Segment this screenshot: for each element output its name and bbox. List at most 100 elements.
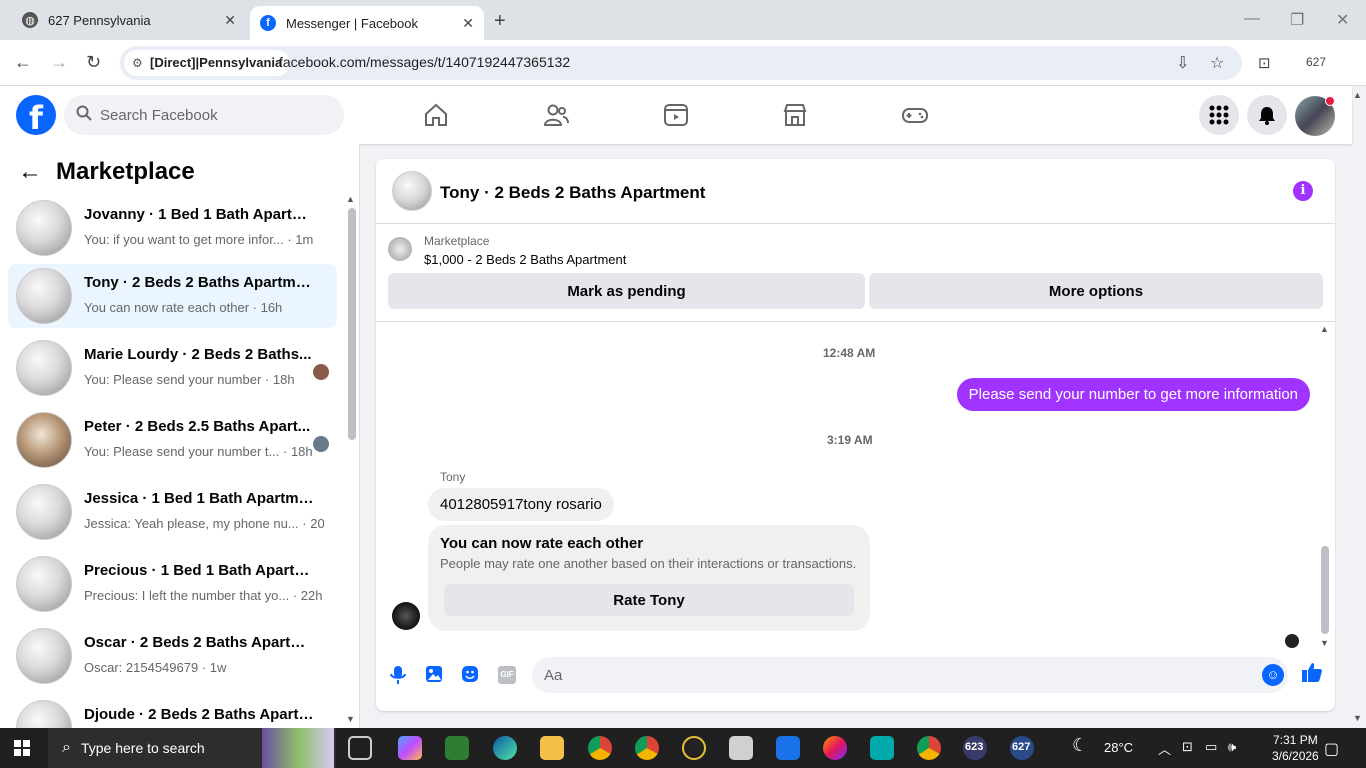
spreadsheet-app-icon[interactable] [445, 736, 469, 760]
rate-tony-button[interactable]: Rate Tony [444, 584, 854, 616]
listing-title[interactable]: $1,000 - 2 Beds 2 Baths Apartment [424, 252, 626, 267]
message-thread: 12:48 AM Please send your number to get … [376, 321, 1335, 651]
chat-scrollbar[interactable] [1321, 546, 1329, 634]
close-tab-icon[interactable]: ✕ [462, 15, 474, 32]
page-scroll-up-icon[interactable]: ▲ [1353, 90, 1362, 100]
sidebar-scrollbar[interactable] [348, 208, 356, 440]
facebook-favicon-icon: f [260, 15, 276, 31]
conversation-item[interactable]: Precious · 1 Bed 1 Bath Apartment Precio… [8, 552, 337, 616]
browser-tab[interactable]: ◍ 627 Pennsylvania ✕ [8, 0, 246, 40]
listing-thumbnail [16, 340, 72, 396]
scroll-down-arrow-icon[interactable]: ▼ [1320, 638, 1329, 648]
chrome-profile-icon[interactable] [588, 736, 612, 760]
incoming-message[interactable]: 4012805917tony rosario [428, 488, 614, 521]
sticker-icon[interactable] [460, 665, 480, 685]
forward-arrow-icon[interactable]: → [50, 52, 68, 73]
marketplace-icon[interactable] [781, 101, 809, 129]
reload-icon[interactable]: ↻ [86, 52, 101, 73]
scroll-up-arrow-icon[interactable]: ▲ [346, 194, 355, 204]
window-close-icon[interactable]: ✕ [1336, 10, 1349, 30]
notifications-bell-icon[interactable] [1247, 95, 1287, 135]
install-app-icon[interactable]: ⇩ [1176, 53, 1189, 73]
file-explorer-icon[interactable] [540, 736, 564, 760]
tab-title: Messenger | Facebook [286, 15, 418, 31]
chat-title[interactable]: Tony · 2 Beds 2 Baths Apartment [440, 183, 705, 203]
friends-icon[interactable] [542, 101, 570, 129]
site-info-chip[interactable]: ⚙ [Direct]|Pennsylvania [124, 50, 291, 76]
marketplace-conversation-list: ← Marketplace Jovanny · 1 Bed 1 Bath Apa… [0, 144, 360, 728]
back-arrow-icon[interactable]: ← [14, 52, 32, 73]
bookmark-star-icon[interactable]: ☆ [1210, 53, 1224, 73]
facebook-logo-icon[interactable]: f [16, 95, 56, 135]
windows-start-icon[interactable] [14, 740, 30, 756]
site-settings-icon: ⚙ [132, 56, 143, 70]
copilot-icon[interactable] [398, 736, 422, 760]
close-tab-icon[interactable]: ✕ [224, 12, 236, 29]
app-icon[interactable] [776, 736, 800, 760]
address-bar[interactable]: ⚙ [Direct]|Pennsylvania facebook.com/mes… [120, 46, 1242, 80]
conversation-item-selected[interactable]: Tony · 2 Beds 2 Baths Apartment You can … [8, 264, 337, 328]
profile-avatar[interactable] [1295, 96, 1335, 136]
scroll-down-arrow-icon[interactable]: ▼ [346, 714, 355, 724]
marketplace-label: Marketplace [424, 234, 490, 248]
browser-profile-label[interactable]: 627 [1306, 55, 1326, 69]
gif-icon[interactable]: GIF [498, 666, 516, 684]
ixbrowser-icon[interactable] [682, 736, 706, 760]
message-input[interactable] [532, 657, 1288, 693]
task-view-icon[interactable] [348, 736, 372, 760]
conversation-avatar[interactable] [392, 171, 432, 211]
taskbar-clock[interactable]: 7:31 PM 3/6/2026 [1272, 732, 1319, 764]
page-scroll-down-icon[interactable]: ▼ [1353, 713, 1362, 723]
thumbs-up-icon[interactable] [1301, 661, 1323, 689]
browser-tab-active[interactable]: f Messenger | Facebook ✕ [250, 6, 484, 40]
chrome-profile-icon[interactable] [635, 736, 659, 760]
firefox-icon[interactable] [823, 736, 847, 760]
conversation-item[interactable]: Peter · 2 Beds 2.5 Baths Apart... You: P… [8, 408, 337, 472]
conversation-item[interactable]: Oscar · 2 Beds 2 Baths Apartment Oscar: … [8, 624, 337, 688]
show-hidden-icons-chevron-icon[interactable]: ︿ [1158, 739, 1171, 758]
network-icon[interactable]: ▭ [1205, 739, 1217, 755]
device-icon[interactable]: ⊡ [1182, 739, 1193, 755]
search-icon: ⌕ [62, 739, 71, 756]
app-icon[interactable] [870, 736, 894, 760]
facebook-header: f Search Facebook [0, 86, 1352, 144]
paint-app-icon[interactable] [729, 736, 753, 760]
photo-icon[interactable] [424, 665, 444, 685]
back-arrow-icon[interactable]: ← [18, 158, 42, 186]
gaming-icon[interactable] [901, 101, 929, 129]
emoji-icon[interactable]: ☺ [1262, 664, 1284, 686]
url-text[interactable]: facebook.com/messages/t/1407192447365132 [279, 54, 570, 70]
mark-as-pending-button[interactable]: Mark as pending [388, 273, 865, 309]
tab-title: 627 Pennsylvania [48, 12, 151, 28]
listing-thumbnail [16, 700, 72, 728]
tab-search-icon[interactable]: ⊡ [1258, 54, 1271, 72]
minimize-icon[interactable]: — [1244, 10, 1260, 28]
facebook-search-input[interactable]: Search Facebook [64, 95, 344, 135]
conversation-item[interactable]: Djoude · 2 Beds 2 Baths Apartm... [8, 696, 337, 728]
conversation-item[interactable]: Marie Lourdy · 2 Beds 2 Baths... You: Pl… [8, 336, 337, 400]
conversation-item[interactable]: Jovanny · 1 Bed 1 Bath Apartment You: if… [8, 196, 337, 260]
conversation-item[interactable]: Jessica · 1 Bed 1 Bath Apartment Jessica… [8, 480, 337, 544]
message-timestamp: 3:19 AM [827, 433, 873, 447]
watch-icon[interactable] [662, 101, 690, 129]
chrome-profile-icon[interactable] [917, 736, 941, 760]
new-tab-icon[interactable]: + [494, 10, 506, 33]
seen-avatar [313, 364, 329, 380]
restore-icon[interactable]: ❐ [1290, 10, 1304, 30]
notification-center-icon[interactable]: ▢ [1324, 739, 1339, 759]
listing-thumbnail [16, 628, 72, 684]
menu-grid-icon[interactable] [1199, 95, 1239, 135]
chat-panel: Tony · 2 Beds 2 Baths Apartment i Market… [376, 159, 1335, 711]
weather-temperature[interactable]: 28°C [1104, 740, 1133, 755]
weather-icon[interactable]: ☾ [1072, 735, 1088, 756]
info-icon[interactable]: i [1293, 181, 1313, 201]
sender-avatar[interactable] [392, 602, 420, 630]
more-options-button[interactable]: More options [869, 273, 1323, 309]
seen-avatar [313, 436, 329, 452]
volume-icon[interactable]: 🕪 [1228, 739, 1236, 755]
edge-browser-icon[interactable] [493, 736, 517, 760]
scroll-up-arrow-icon[interactable]: ▲ [1320, 324, 1329, 334]
microphone-icon[interactable] [388, 665, 408, 685]
home-icon[interactable] [422, 101, 450, 129]
outgoing-message[interactable]: Please send your number to get more info… [956, 378, 1310, 411]
